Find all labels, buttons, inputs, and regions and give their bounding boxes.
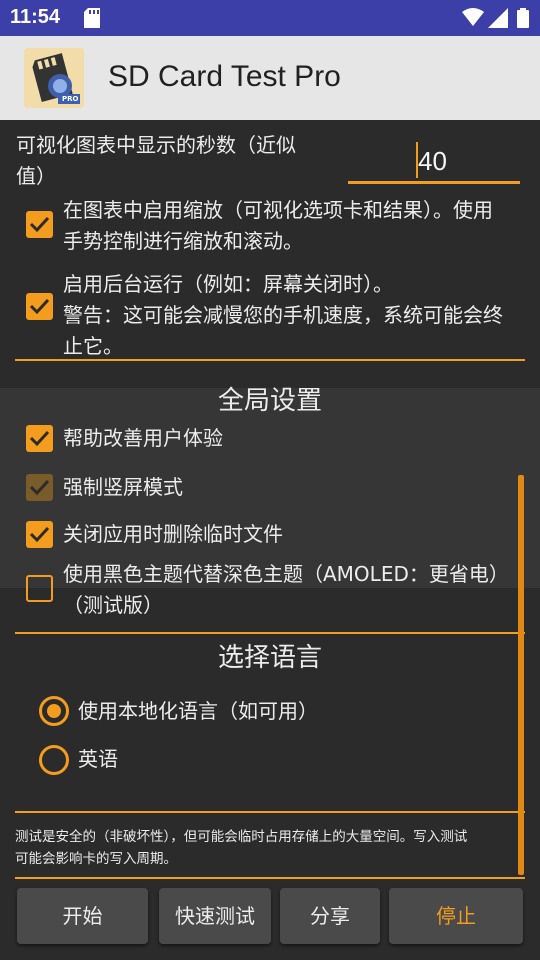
radio-english[interactable] [39,745,69,775]
quick-test-button[interactable]: 快速测试 [159,888,271,944]
amoled-theme-checkbox[interactable] [26,575,53,602]
battery-icon [517,8,529,32]
notice-line2: 可能会影响卡的写入周期。 [15,851,177,867]
divider [15,359,525,361]
checkmark-icon [29,526,50,543]
checkmark-icon [29,479,50,496]
signal-icon [488,8,508,32]
delete-temp-files-label[interactable]: 关闭应用时删除临时文件 [63,519,283,550]
seconds-input[interactable]: 40 [348,140,520,184]
delete-temp-files-checkbox[interactable] [26,521,53,548]
divider [15,811,525,813]
seconds-label-line1: 可视化图表中显示的秒数（近似 [16,133,296,157]
divider [15,632,525,634]
improve-ux-label[interactable]: 帮助改善用户体验 [63,423,223,454]
language-title: 选择语言 [217,643,322,673]
checkmark-icon [29,298,50,315]
app-logo: PRO [24,48,84,108]
zoom-label[interactable]: 在图表中启用缩放（可视化选项卡和结果）。使用 手势控制进行缩放和滚动。 [63,195,493,257]
zoom-label-line1: 在图表中启用缩放（可视化选项卡和结果）。使用 [63,198,493,222]
stop-button[interactable]: 停止 [389,888,523,944]
portrait-mode-checkbox [26,474,53,501]
zoom-label-line2: 手势控制进行缩放和滚动。 [63,229,303,253]
seconds-label: 可视化图表中显示的秒数（近似 值） [16,130,296,192]
scrollbar[interactable] [518,475,524,875]
seconds-input-underline [348,181,520,184]
radio-localized-language[interactable] [39,696,69,726]
background-label-line2: 警告：这可能会减慢您的手机速度，系统可能会终 [63,303,503,327]
background-run-label[interactable]: 启用后台运行（例如：屏幕关闭时）。 警告：这可能会减慢您的手机速度，系统可能会终… [63,269,503,362]
seconds-value: 40 [418,146,447,176]
checkmark-icon [29,430,50,447]
localized-language-label[interactable]: 使用本地化语言（如可用） [78,696,318,727]
pro-badge: PRO [62,95,79,103]
status-bar: 11:54 [0,0,540,36]
start-button[interactable]: 开始 [17,888,148,944]
zoom-checkbox[interactable] [26,211,53,238]
global-settings-title: 全局设置 [217,386,322,416]
background-label-line1: 启用后台运行（例如：屏幕关闭时）。 [63,272,393,296]
checkmark-icon [29,216,50,233]
improve-ux-checkbox[interactable] [26,425,53,452]
radio-selected-dot [47,704,61,718]
amoled-label-line2: （测试版） [63,593,163,617]
background-label-line3: 止它。 [63,334,123,358]
sd-card-icon [84,8,100,32]
portrait-mode-label: 强制竖屏模式 [63,475,183,499]
background-run-checkbox[interactable] [26,293,53,320]
share-button[interactable]: 分享 [280,888,380,944]
safety-notice: 测试是安全的（非破坏性），但可能会临时占用存储上的大量空间。写入测试 可能会影响… [15,826,530,870]
seconds-label-line2: 值） [16,164,56,188]
app-bar: PRO SD Card Test Pro [0,36,540,120]
divider [15,877,525,879]
notice-line1: 测试是安全的（非破坏性），但可能会临时占用存储上的大量空间。写入测试 [15,829,468,845]
english-label[interactable]: 英语 [78,744,118,775]
app-title: SD Card Test Pro [108,60,341,93]
amoled-label-line1: 使用黑色主题代替深色主题（AMOLED：更省电） [63,562,509,586]
amoled-theme-label[interactable]: 使用黑色主题代替深色主题（AMOLED：更省电） （测试版） [63,559,509,621]
status-time: 11:54 [10,6,61,28]
wifi-icon [462,8,484,30]
